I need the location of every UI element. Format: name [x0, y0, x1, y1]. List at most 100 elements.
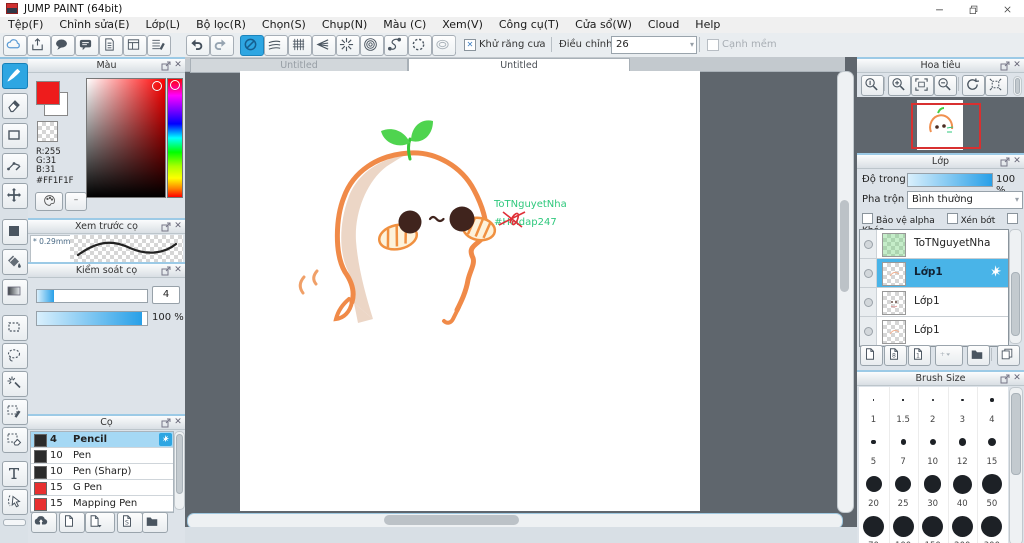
- layer-row-1[interactable]: Lớp1: [860, 259, 1008, 288]
- close-icon[interactable]: ✕: [173, 59, 183, 72]
- antialias-checkbox[interactable]: ✕: [464, 39, 476, 51]
- brush-new-button[interactable]: [59, 512, 85, 533]
- layer-folder-button[interactable]: [967, 345, 990, 366]
- brush-item-g-pen[interactable]: 15 G Pen: [31, 480, 173, 496]
- panel-layout-button[interactable]: [123, 35, 147, 56]
- brush-size-1[interactable]: 1: [859, 387, 888, 429]
- crop-view-button[interactable]: [985, 75, 1008, 96]
- brush-folder-button[interactable]: [142, 512, 168, 533]
- snap-parallel-button[interactable]: [264, 35, 288, 56]
- menu-item-8[interactable]: Công cụ(T): [491, 17, 567, 33]
- palette-button[interactable]: [35, 192, 63, 211]
- menu-item-0[interactable]: Tệp(F): [0, 17, 51, 33]
- brush-new-menu-button[interactable]: [85, 512, 115, 533]
- layer-1bit-button[interactable]: 1: [908, 345, 931, 366]
- popout-icon[interactable]: [1000, 374, 1010, 384]
- cloud-button[interactable]: [3, 35, 27, 56]
- brush-item-mapping-pen[interactable]: 15 Mapping Pen: [31, 496, 173, 512]
- brush-size-4[interactable]: 4: [977, 387, 1006, 429]
- transparent-color-swatch[interactable]: [37, 121, 58, 142]
- navigator-view-rect[interactable]: [911, 103, 981, 149]
- brush-size-40[interactable]: 40: [948, 471, 977, 513]
- menu-item-3[interactable]: Bộ lọc(R): [188, 17, 254, 33]
- snap-figure-button[interactable]: [408, 35, 432, 56]
- alpha-protect-checkbox[interactable]: [862, 213, 873, 224]
- tool-eraser[interactable]: [2, 93, 28, 119]
- menu-item-9[interactable]: Cửa sổ(W): [567, 17, 640, 33]
- tool-polyline[interactable]: [2, 153, 28, 179]
- comment-button[interactable]: [75, 35, 99, 56]
- export-button[interactable]: [27, 35, 51, 56]
- canvas[interactable]: ToTNguyetNha #Hoidap247: [240, 71, 700, 511]
- lock-checkbox[interactable]: [1007, 213, 1019, 224]
- redo-button[interactable]: [210, 35, 234, 56]
- layer-visibility-cell[interactable]: [860, 230, 877, 258]
- tool-select-pen[interactable]: [2, 399, 28, 425]
- popout-icon[interactable]: [161, 266, 171, 276]
- brush-size-value[interactable]: 4: [152, 286, 180, 304]
- tool-brush[interactable]: [2, 63, 28, 89]
- brush-size-30[interactable]: 30: [918, 471, 947, 513]
- menu-item-2[interactable]: Lớp(L): [138, 17, 189, 33]
- menu-item-4[interactable]: Chọn(S): [254, 17, 314, 33]
- snap-radial-button[interactable]: [336, 35, 360, 56]
- color-picker-marker[interactable]: [152, 81, 162, 91]
- menu-item-1[interactable]: Chỉnh sửa(E): [51, 17, 137, 33]
- foreground-color-swatch[interactable]: [36, 81, 60, 105]
- close-icon[interactable]: ✕: [173, 220, 183, 233]
- brush-size-7[interactable]: 7: [889, 429, 918, 471]
- layer-new-button[interactable]: [860, 345, 883, 366]
- brush-item-pen-sharp-[interactable]: 10 Pen (Sharp): [31, 464, 173, 480]
- brush-item-pencil[interactable]: 4 Pencil: [31, 432, 173, 448]
- tool-select-eraser[interactable]: [2, 427, 28, 453]
- close-icon[interactable]: ✕: [173, 416, 183, 429]
- brush-size-25[interactable]: 25: [889, 471, 918, 513]
- close-icon[interactable]: ✕: [1012, 59, 1022, 72]
- tool-select-rect[interactable]: [2, 315, 28, 341]
- tool-text[interactable]: [2, 461, 28, 487]
- hue-marker[interactable]: [170, 80, 180, 90]
- layer-visibility-cell[interactable]: [860, 259, 877, 287]
- menu-item-5[interactable]: Chụp(N): [314, 17, 375, 33]
- brush-size-200[interactable]: 200: [948, 513, 977, 543]
- document-button[interactable]: [99, 35, 123, 56]
- undo-button[interactable]: [186, 35, 210, 56]
- layer-row-3[interactable]: Lớp1: [860, 317, 1008, 346]
- brush-size-1.5[interactable]: 1.5: [889, 387, 918, 429]
- snap-curve-button[interactable]: [384, 35, 408, 56]
- layer-add-menu-button[interactable]: +: [935, 345, 963, 366]
- layer-row-0[interactable]: ToTNguyetNha: [860, 230, 1008, 259]
- layer-list-scrollbar[interactable]: [1009, 229, 1022, 344]
- zoom-fit-button[interactable]: [911, 75, 934, 96]
- tool-magic-wand[interactable]: [2, 371, 28, 397]
- tool-move[interactable]: [2, 183, 28, 209]
- brush-size-300[interactable]: 300: [977, 513, 1006, 543]
- menu-item-10[interactable]: Cloud: [640, 17, 687, 33]
- brush-size-12[interactable]: 12: [948, 429, 977, 471]
- layer-opacity-slider[interactable]: [907, 173, 993, 187]
- swatch-minimize-button[interactable]: –: [65, 192, 87, 211]
- brush-opacity-slider[interactable]: [36, 311, 148, 326]
- brush-list-scrollbar[interactable]: [174, 431, 185, 510]
- menu-item-11[interactable]: Help: [687, 17, 728, 33]
- brush-size-70[interactable]: 70: [859, 513, 888, 543]
- snap-circle-button[interactable]: [360, 35, 384, 56]
- popout-icon[interactable]: [161, 61, 171, 71]
- brush-size-2[interactable]: 2: [918, 387, 947, 429]
- layer-row-2[interactable]: Lớp1: [860, 288, 1008, 317]
- layer-visibility-cell[interactable]: [860, 317, 877, 345]
- zoom-actual-button[interactable]: [861, 75, 884, 96]
- edit-grid-button[interactable]: [147, 35, 171, 56]
- layer-8bit-button[interactable]: 8: [884, 345, 907, 366]
- navigator-scrollbar[interactable]: [1013, 76, 1022, 96]
- menu-item-6[interactable]: Màu (C): [375, 17, 434, 33]
- popout-icon[interactable]: [1000, 157, 1010, 167]
- tool-fill-rect[interactable]: [2, 219, 28, 245]
- snap-vanishing-button[interactable]: [312, 35, 336, 56]
- close-icon[interactable]: ✕: [1012, 372, 1022, 385]
- menu-item-7[interactable]: Xem(V): [434, 17, 491, 33]
- canvas-vertical-scrollbar[interactable]: [837, 71, 854, 513]
- tool-strip-scrollbar[interactable]: [3, 519, 26, 526]
- navigator-viewport[interactable]: [857, 97, 1024, 153]
- tool-gradient[interactable]: [2, 279, 28, 305]
